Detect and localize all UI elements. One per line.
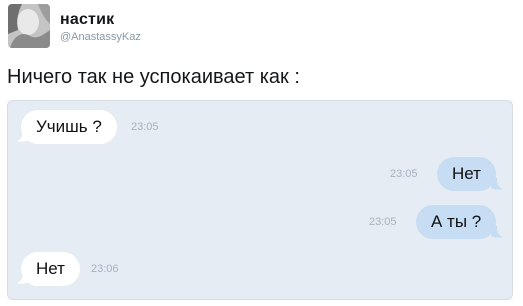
message-bubble-incoming: Нет — [21, 252, 80, 286]
avatar-photo-icon — [8, 4, 50, 48]
tweet-text: Ничего так не успокаивает как : — [7, 66, 300, 88]
tweet-card: настик @AnastassyKaz Ничего так не успок… — [0, 0, 523, 306]
message-timestamp: 23:05 — [390, 168, 418, 180]
message-timestamp: 23:06 — [91, 263, 119, 275]
user-avatar[interactable] — [8, 4, 50, 48]
chat-screenshot[interactable]: Учишь ? 23:05 23:05 Нет 23:05 А ты ? Нет… — [7, 100, 513, 300]
author-display-name[interactable]: настик — [60, 11, 114, 29]
message-timestamp: 23:05 — [369, 216, 397, 228]
bubble-tail-outgoing — [491, 226, 503, 238]
author-handle[interactable]: @AnastassyKaz — [60, 31, 141, 43]
message-bubble-outgoing: А ты ? — [416, 205, 497, 239]
bubble-tail-outgoing — [491, 178, 503, 190]
message-bubble-incoming: Учишь ? — [21, 110, 117, 144]
message-bubble-outgoing: Нет — [437, 157, 496, 191]
message-timestamp: 23:05 — [131, 121, 159, 133]
